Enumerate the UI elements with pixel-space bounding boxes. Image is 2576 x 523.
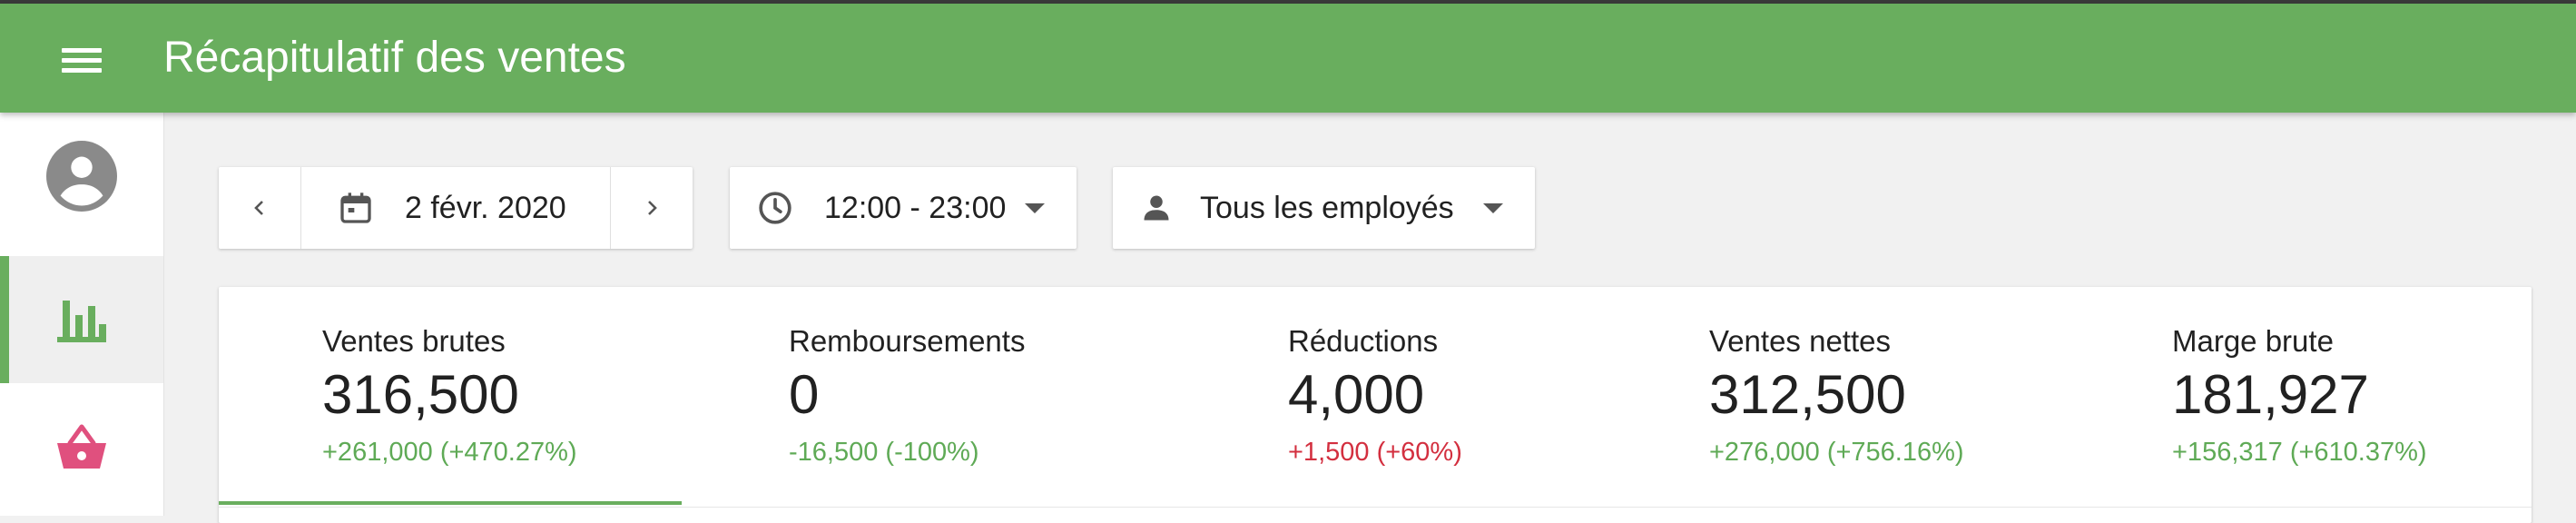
account-circle-icon: [46, 141, 117, 212]
sidebar-item-shop[interactable]: [0, 383, 163, 510]
date-filter: 2 févr. 2020: [219, 167, 693, 249]
page-title: Récapitulatif des ventes: [163, 34, 626, 82]
time-range-select[interactable]: 12:00 - 23:00: [730, 167, 1077, 249]
metric-value: 0: [789, 364, 820, 425]
next-date-button[interactable]: [611, 167, 693, 249]
metric-refunds[interactable]: Remboursements 0 -16,500 (-100%): [682, 287, 1145, 505]
divider: [219, 507, 2532, 508]
chevron-down-icon: [1025, 203, 1045, 213]
date-picker-button[interactable]: 2 févr. 2020: [301, 167, 611, 249]
date-value: 2 févr. 2020: [405, 191, 566, 225]
chevron-left-icon: [254, 201, 263, 215]
metric-label: Ventes nettes: [1709, 324, 1891, 358]
metric-label: Marge brute: [2172, 324, 2334, 358]
chevron-right-icon: [648, 201, 657, 215]
metric-change: +156,317 (+610.37%): [2172, 438, 2427, 467]
clock-icon: [759, 192, 791, 224]
app-bar: Récapitulatif des ventes: [0, 4, 2576, 113]
metric-value: 181,927: [2172, 364, 2369, 425]
sidebar: [0, 113, 164, 516]
menu-icon[interactable]: [54, 40, 109, 80]
metric-value: 4,000: [1288, 364, 1425, 425]
metric-change: +1,500 (+60%): [1288, 438, 1462, 467]
time-range-value: 12:00 - 23:00: [824, 191, 1007, 225]
metric-label: Réductions: [1288, 324, 1439, 358]
metric-label: Ventes brutes: [322, 324, 506, 358]
metric-value: 312,500: [1709, 364, 1906, 425]
metric-value: 316,500: [322, 364, 519, 425]
person-icon: [1144, 195, 1169, 221]
metric-gross-sales[interactable]: Ventes brutes 316,500 +261,000 (+470.27%…: [219, 287, 682, 505]
previous-date-button[interactable]: [219, 167, 301, 249]
employee-value: Tous les employés: [1200, 191, 1454, 225]
metric-change: -16,500 (-100%): [789, 438, 979, 467]
employee-select[interactable]: Tous les employés: [1113, 167, 1535, 249]
metric-discounts[interactable]: Réductions 4,000 +1,500 (+60%): [1145, 287, 1608, 505]
metric-net-sales[interactable]: Ventes nettes 312,500 +276,000 (+756.16%…: [1608, 287, 2070, 505]
metric-gross-profit[interactable]: Marge brute 181,927 +156,317 (+610.37%): [2070, 287, 2532, 505]
metric-change: +276,000 (+756.16%): [1709, 438, 1964, 467]
calendar-icon: [340, 192, 371, 223]
bar-chart-icon: [57, 301, 106, 342]
metric-change: +261,000 (+470.27%): [322, 438, 577, 467]
sidebar-item-account[interactable]: [0, 113, 163, 240]
basket-icon: [57, 424, 106, 469]
metric-label: Remboursements: [789, 324, 1026, 358]
sales-summary-card: Ventes brutes 316,500 +261,000 (+470.27%…: [219, 287, 2532, 523]
sidebar-item-reports[interactable]: [0, 256, 163, 383]
chevron-down-icon: [1483, 203, 1503, 213]
